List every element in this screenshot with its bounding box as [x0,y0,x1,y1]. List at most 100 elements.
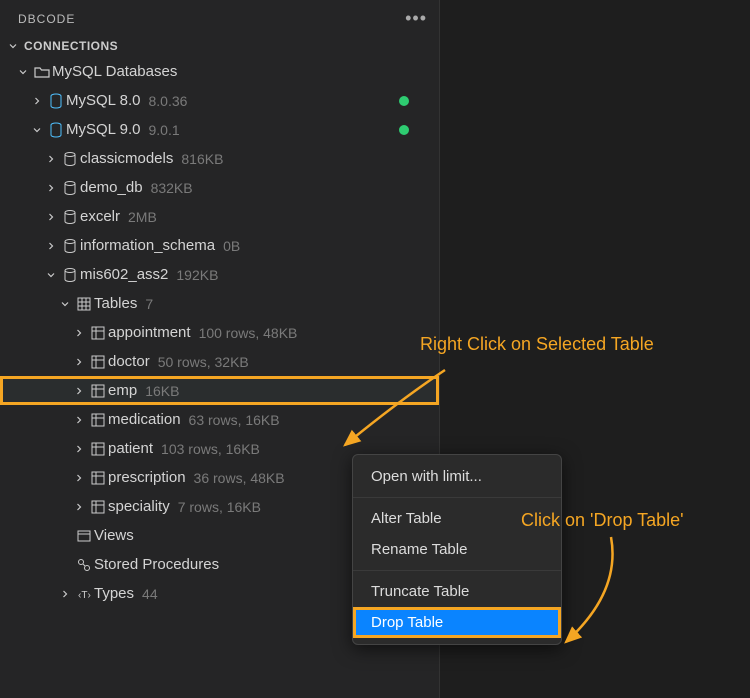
database-connection-icon [46,93,66,109]
views-icon [74,528,94,544]
database-icon [60,238,80,254]
table-icon [88,499,108,515]
tables-label: Tables [94,295,137,312]
tree-table[interactable]: appointment 100 rows, 48KB [0,318,439,347]
menu-separator [353,497,561,498]
arrow-icon [556,532,636,652]
menu-rename-table[interactable]: Rename Table [353,534,561,565]
tree-database[interactable]: mis602_ass2 192KB [0,260,439,289]
tree-database[interactable]: excelr 2MB [0,202,439,231]
chevron-right-icon [70,443,88,455]
server-name: MySQL 9.0 [66,121,140,138]
table-icon [88,354,108,370]
chevron-right-icon [70,327,88,339]
table-name: medication [108,411,181,428]
table-name: patient [108,440,153,457]
types-icon: ‹T› [74,586,94,602]
db-name: excelr [80,208,120,225]
db-name: classicmodels [80,150,173,167]
table-meta: 16KB [145,383,179,399]
types-label: Types [94,585,134,602]
views-label: Views [94,527,134,544]
table-meta: 103 rows, 16KB [161,441,260,457]
chevron-right-icon [42,153,60,165]
chevron-down-icon [56,298,74,310]
arrow-icon [330,360,460,460]
chevron-down-icon [28,124,46,136]
types-count: 44 [142,586,158,602]
tree-database[interactable]: information_schema 0B [0,231,439,260]
status-online-icon [399,96,409,106]
tree-tables-folder[interactable]: Tables 7 [0,289,439,318]
database-icon [60,180,80,196]
db-size: 816KB [181,151,223,167]
table-name: appointment [108,324,191,341]
annotation-right-click: Right Click on Selected Table [420,334,654,355]
database-icon [60,209,80,225]
table-meta: 50 rows, 32KB [158,354,249,370]
more-icon[interactable]: ••• [405,8,427,29]
server-name: MySQL 8.0 [66,92,140,109]
table-meta: 100 rows, 48KB [199,325,298,341]
section-title: CONNECTIONS [24,39,118,53]
chevron-right-icon [70,385,88,397]
chevron-right-icon [70,501,88,513]
procs-label: Stored Procedures [94,556,219,573]
db-size: 0B [223,238,240,254]
database-icon [60,267,80,283]
table-icon [88,383,108,399]
table-name: doctor [108,353,150,370]
chevron-right-icon [70,414,88,426]
tree-group[interactable]: MySQL Databases [0,57,439,86]
server-version: 8.0.36 [148,93,187,109]
svg-text:‹T›: ‹T› [78,590,91,601]
tree-server[interactable]: MySQL 8.0 8.0.36 [0,86,439,115]
db-size: 192KB [176,267,218,283]
table-meta: 63 rows, 16KB [189,412,280,428]
group-label: MySQL Databases [52,63,177,80]
tables-count: 7 [145,296,153,312]
db-name: mis602_ass2 [80,266,168,283]
status-online-icon [399,125,409,135]
chevron-down-icon [42,269,60,281]
table-name: speciality [108,498,170,515]
chevron-right-icon [28,95,46,107]
chevron-down-icon [14,66,32,78]
table-icon [74,296,94,312]
section-connections[interactable]: CONNECTIONS [0,35,439,57]
annotation-drop-table: Click on 'Drop Table' [521,510,684,531]
table-name: prescription [108,469,186,486]
db-name: demo_db [80,179,143,196]
chevron-right-icon [42,182,60,194]
chevron-right-icon [70,472,88,484]
menu-open-with-limit[interactable]: Open with limit... [353,461,561,492]
menu-separator [353,570,561,571]
tree-server[interactable]: MySQL 9.0 9.0.1 [0,115,439,144]
table-icon [88,470,108,486]
menu-truncate-table[interactable]: Truncate Table [353,576,561,607]
menu-drop-table[interactable]: Drop Table [353,607,561,638]
procedure-icon [74,557,94,573]
table-name: emp [108,382,137,399]
table-meta: 7 rows, 16KB [178,499,261,515]
panel-header: DBCODE ••• [0,0,439,35]
folder-icon [32,64,52,80]
panel-title: DBCODE [18,12,75,26]
db-size: 832KB [151,180,193,196]
chevron-right-icon [42,211,60,223]
server-version: 9.0.1 [148,122,179,138]
table-meta: 36 rows, 48KB [194,470,285,486]
tree-database[interactable]: demo_db 832KB [0,173,439,202]
tree-database[interactable]: classicmodels 816KB [0,144,439,173]
chevron-right-icon [70,356,88,368]
database-icon [60,151,80,167]
chevron-right-icon [56,588,74,600]
chevron-down-icon [6,39,20,53]
chevron-right-icon [42,240,60,252]
database-connection-icon [46,122,66,138]
table-icon [88,412,108,428]
db-size: 2MB [128,209,157,225]
db-name: information_schema [80,237,215,254]
context-menu: Open with limit... Alter Table Rename Ta… [352,454,562,645]
table-icon [88,325,108,341]
